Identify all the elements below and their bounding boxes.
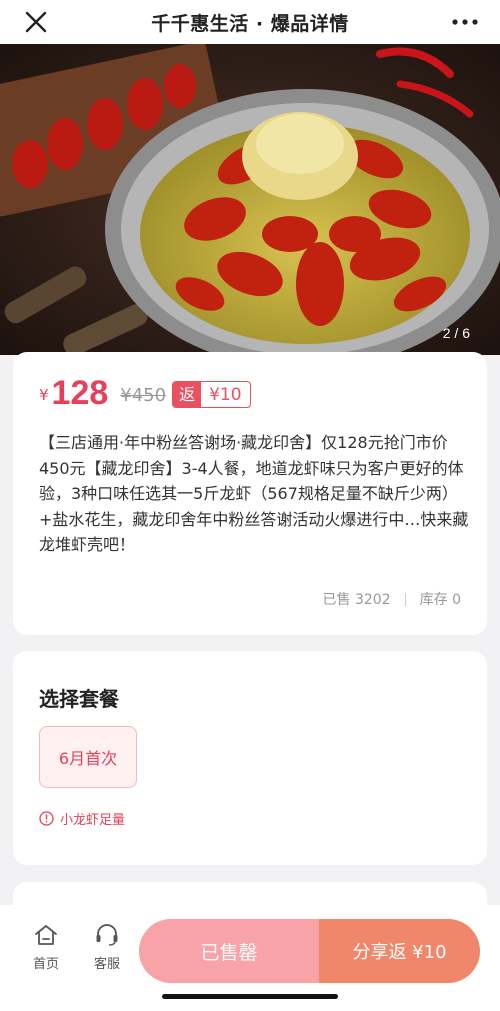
crayfish-photo: [0, 44, 500, 355]
package-title: 选择套餐: [39, 687, 119, 711]
package-option[interactable]: 6月首次: [39, 726, 137, 788]
page-title: 千千惠生活 · 爆品详情: [151, 12, 349, 35]
home-label: 首页: [32, 957, 59, 972]
rebate-tag: 返: [173, 382, 202, 407]
share-rebate-button[interactable]: 分享返 ¥10: [319, 919, 480, 983]
headset-icon: [96, 924, 118, 946]
customer-service-button[interactable]: 客服: [87, 923, 127, 972]
package-note: 小龙虾足量: [39, 809, 125, 828]
top-bar: 千千惠生活 · 爆品详情: [0, 0, 500, 44]
image-pager: 2 / 6: [442, 325, 470, 341]
alert-circle-icon: [39, 811, 54, 826]
service-label: 客服: [93, 957, 120, 972]
close-icon[interactable]: [22, 8, 50, 36]
package-note-text: 小龙虾足量: [60, 813, 126, 828]
sold-out-button[interactable]: 已售罄: [139, 919, 319, 983]
original-price: ¥450: [120, 385, 167, 406]
stats-divider: [404, 592, 406, 606]
home-indicator: [162, 994, 338, 999]
product-description: 【三店通用·年中粉丝答谢场·藏龙印舍】仅128元抢门市价450元【藏龙印舍】3-…: [39, 433, 469, 554]
sold-count: 已售 3202: [322, 592, 391, 608]
price-row: ¥ 128 ¥450 返 ¥10: [39, 376, 251, 410]
home-button[interactable]: 首页: [26, 923, 66, 972]
product-info-card: ¥ 128 ¥450 返 ¥10 【三店通用·年中粉丝答谢场·藏龙印舍】仅128…: [13, 352, 487, 635]
sale-price: 128: [51, 374, 109, 412]
stock-count: 库存 0: [419, 592, 461, 608]
action-buttons: 已售罄 分享返 ¥10: [139, 919, 480, 983]
sales-stats: 已售 3202 库存 0: [323, 589, 461, 609]
product-image-carousel[interactable]: 2 / 6: [0, 44, 500, 355]
package-card: 选择套餐 6月首次 小龙虾足量: [13, 651, 487, 865]
rebate-badge: 返 ¥10: [172, 381, 251, 408]
rebate-amount: ¥10: [209, 385, 242, 405]
more-icon[interactable]: [450, 10, 480, 34]
currency-symbol: ¥: [39, 386, 49, 404]
home-icon: [35, 925, 57, 945]
